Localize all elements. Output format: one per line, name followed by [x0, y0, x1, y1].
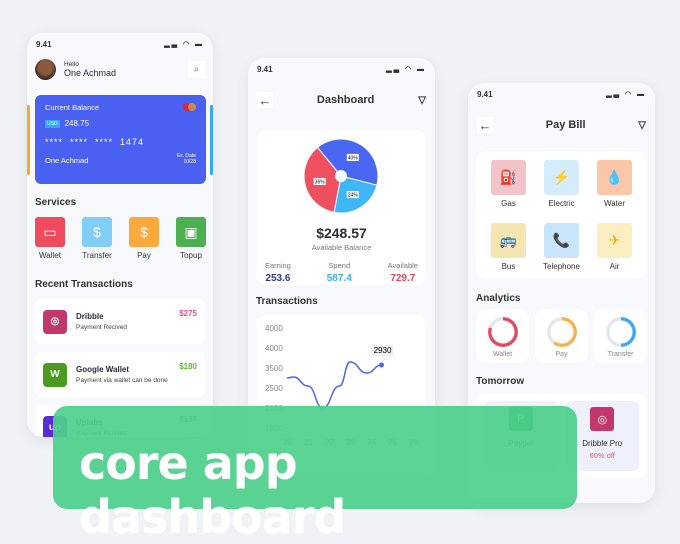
avatar[interactable] [35, 59, 56, 80]
bill-telephone[interactable]: 📞 Telephone [535, 222, 588, 280]
slice-label: 40% [348, 155, 359, 161]
signal-wifi-battery-icon: ▂▃ ◠ ▬ [164, 41, 204, 48]
pie-chart: 40% 24% 36% [303, 138, 379, 214]
water-drop-icon: 💧 [597, 160, 632, 195]
bill-gas[interactable]: ⛽ Gas [482, 160, 535, 217]
back-button[interactable]: ← [257, 92, 273, 108]
topup-icon: ▣ [176, 217, 206, 247]
service-pay[interactable]: $ Pay [129, 217, 159, 260]
card-number: **** **** **** 1474 [45, 137, 145, 147]
status-bar: 9.41 ▂▃ ◠ ▬ [36, 40, 204, 49]
bill-air[interactable]: ✈ Air [588, 222, 641, 280]
bills-grid: ⛽ Gas ⚡ Electric 💧 Water 🚌 Bus 📞 Telephone ✈ Air [476, 151, 647, 279]
transfer-icon: $ [82, 217, 112, 247]
progress-ring [546, 317, 577, 347]
analytics-transfer[interactable]: Transfer [594, 309, 647, 363]
bus-icon: 🚌 [491, 222, 526, 258]
balance-card: 40% 24% 36% $248.57 Available Balance Earn… [257, 130, 426, 285]
transactions-title: Transactions [256, 296, 318, 307]
back-button[interactable]: ← [477, 117, 493, 133]
user-name: One Achmad [64, 68, 117, 78]
filter-icon[interactable]: ▽ [418, 95, 426, 106]
google-wallet-icon: W [43, 362, 67, 387]
stat-earning: Earning 253.6 [265, 261, 291, 284]
y-tick-label: 4000 [265, 324, 283, 333]
progress-ring [487, 317, 518, 347]
data-point[interactable] [379, 362, 384, 368]
recent-transactions-title: Recent Transactions [35, 279, 133, 290]
service-wallet[interactable]: ▭ Wallet [35, 217, 65, 260]
slice-label: 24% [348, 193, 359, 199]
pay-icon: $ [129, 217, 159, 247]
signal-wifi-battery-icon: ▂▃ ◠ ▬ [606, 91, 646, 98]
gas-pump-icon: ⛽ [491, 160, 526, 195]
slice-label: 36% [315, 179, 326, 185]
dribbble-icon: ◎ [590, 407, 615, 431]
analytics-title: Analytics [476, 293, 521, 304]
title-banner: core app dashboard [53, 406, 577, 544]
page-title: Pay Bill [545, 119, 586, 131]
bill-water[interactable]: 💧 Water [588, 160, 641, 217]
side-card-left [27, 105, 30, 175]
service-transfer[interactable]: $ Transfer [82, 217, 112, 260]
tomorrow-title: Tomorrow [476, 376, 525, 387]
transaction-item[interactable]: W Google Wallet Payment via wallet can be … [35, 352, 205, 397]
side-card-right [210, 105, 213, 175]
progress-ring [605, 317, 636, 347]
annotation-label: 2930 [374, 346, 392, 355]
balance-card[interactable]: Current Balance USD 248.75 **** **** ****… [35, 95, 206, 184]
services-title: Services [35, 197, 77, 208]
y-tick-label: 2500 [265, 384, 283, 393]
wallet-icon: ▭ [35, 217, 65, 247]
series-line [286, 361, 382, 409]
battery-charge-icon: ⚡ [544, 160, 579, 195]
search-icon: ⌕ [193, 64, 200, 75]
page-title: Dashboard [316, 94, 375, 106]
phone-icon: 📞 [544, 222, 579, 258]
balance-amount: 248.75 [64, 119, 90, 128]
service-topup[interactable]: ▣ Topup [176, 217, 206, 260]
dribble-icon: ◎ [43, 309, 67, 334]
filter-icon[interactable]: ▽ [638, 120, 646, 131]
search-button[interactable]: ⌕ [188, 61, 205, 78]
greeting: Hello [64, 61, 79, 68]
stat-available: Available 729.7 [387, 261, 418, 284]
bill-electric[interactable]: ⚡ Electric [535, 160, 588, 217]
bill-bus[interactable]: 🚌 Bus [482, 222, 535, 280]
airplane-icon: ✈ [597, 222, 632, 258]
stat-spend: Spend 587.4 [326, 261, 352, 284]
analytics-pay[interactable]: Pay [535, 309, 588, 363]
y-tick-label: 3500 [265, 364, 283, 373]
currency-badge: USD [45, 119, 60, 128]
analytics-wallet[interactable]: Wallet [476, 309, 529, 363]
balance-amount: $248.57 [316, 225, 367, 241]
signal-wifi-battery-icon: ▂▃ ◠ ▬ [386, 66, 426, 73]
transaction-item[interactable]: ◎ Dribble Payment Recived $275 [35, 299, 205, 344]
pie-hole [335, 170, 347, 182]
y-tick-label: 4000 [265, 344, 283, 353]
home-screen: 9.41 ▂▃ ◠ ▬ Hello One Achmad ⌕ Current Bal… [27, 33, 213, 437]
mastercard-icon [183, 103, 196, 112]
